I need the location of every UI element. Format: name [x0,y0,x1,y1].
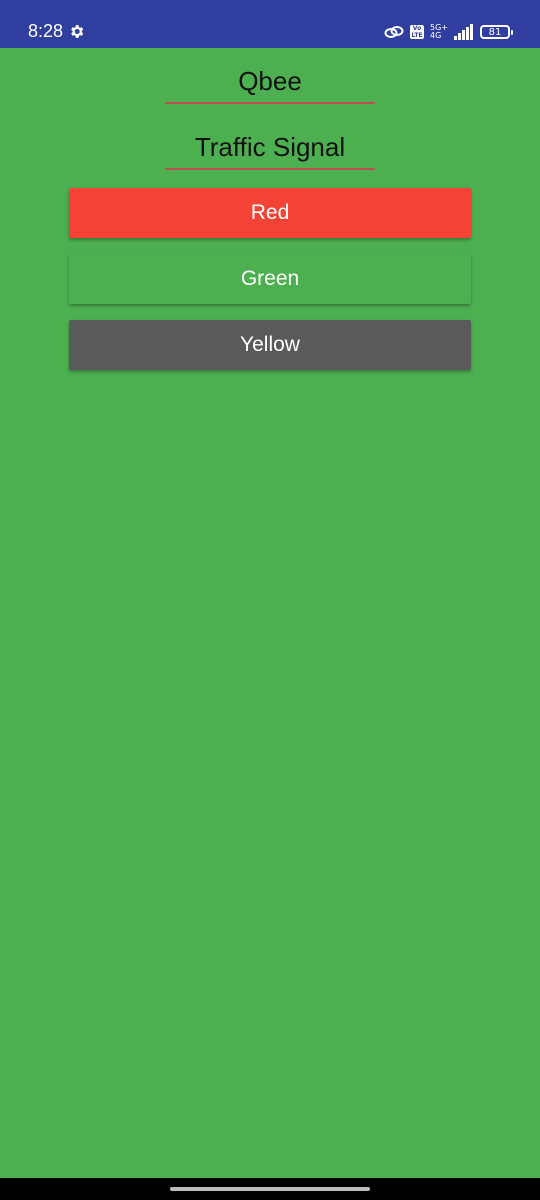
app-name: Qbee [238,66,302,96]
green-button[interactable]: Green [69,254,471,304]
title-field[interactable]: Traffic Signal [165,130,375,170]
volte-icon: Vo LTE [410,25,424,39]
green-button-label: Green [240,267,300,290]
page-title: Traffic Signal [194,132,346,162]
status-icons: Vo LTE 5G+ 4G 81 [384,22,513,42]
battery-icon: 81 [480,25,513,39]
app-name-field[interactable]: Qbee [165,64,375,104]
link-icon [384,26,404,38]
network-bottom: 4G [430,31,442,40]
yellow-button[interactable]: Yellow [69,320,471,370]
status-time: 8:28 [28,21,64,41]
red-button-label: Red [250,201,290,224]
red-button[interactable]: Red [69,188,471,238]
signal-icon [454,24,473,40]
volte-bottom: LTE [411,32,423,39]
yellow-button-label: Yellow [240,333,300,356]
status-bar: 8:28 Vo LTE 5G+ 4G 81 [0,0,540,48]
battery-level: 81 [488,26,502,38]
navigation-bar [0,1178,540,1200]
gear-icon [71,25,84,38]
network-type: 5G+ 4G [430,24,448,40]
home-handle[interactable] [170,1187,370,1191]
volte-top: Vo [412,25,422,32]
